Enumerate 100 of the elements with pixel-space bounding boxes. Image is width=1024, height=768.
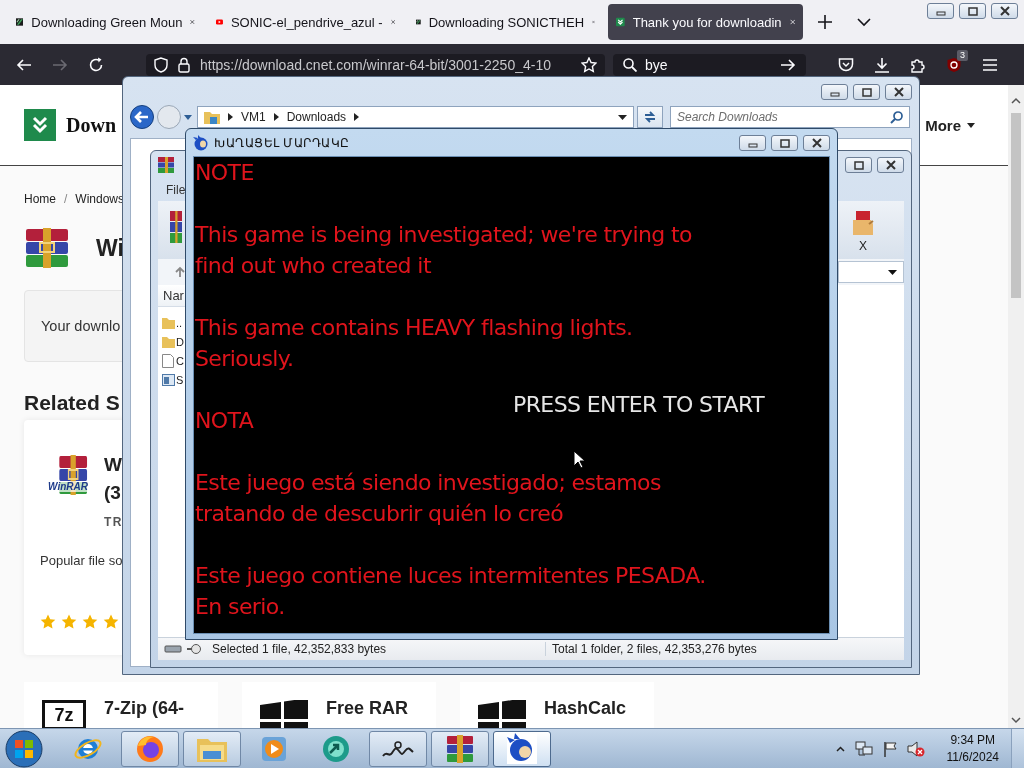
- game-icon: [506, 732, 538, 765]
- caret-down-icon[interactable]: [618, 114, 627, 120]
- volume-muted-icon[interactable]: [906, 740, 925, 757]
- maximize-button[interactable]: [845, 157, 872, 173]
- breadcrumb-item[interactable]: Downloads: [286, 110, 347, 124]
- maximize-button[interactable]: [853, 84, 880, 100]
- archive-books-icon: [24, 228, 70, 268]
- browser-tab[interactable]: Downloading SONICTHEH: [408, 4, 603, 40]
- menu-item[interactable]: File: [166, 183, 186, 197]
- chevron-down-icon[interactable]: [1011, 716, 1021, 724]
- network-icon[interactable]: [854, 740, 873, 757]
- shield-icon[interactable]: [946, 56, 962, 73]
- file-row[interactable]: ..: [158, 313, 185, 332]
- close-button[interactable]: [885, 84, 912, 100]
- game-icon: [193, 134, 209, 151]
- flag-icon[interactable]: [882, 740, 897, 757]
- search-input[interactable]: Search Downloads: [677, 110, 857, 124]
- file-row[interactable]: D: [158, 332, 185, 351]
- taskbar-button[interactable]: [493, 730, 551, 767]
- maximize-icon: [966, 6, 979, 16]
- breadcrumb-link[interactable]: Windows: [75, 192, 125, 206]
- start-button[interactable]: [4, 729, 44, 768]
- start-prompt: PRESS ENTER TO START: [513, 391, 764, 419]
- back-icon[interactable]: [16, 56, 32, 73]
- toolbar-button[interactable]: X: [852, 211, 874, 253]
- close-icon[interactable]: [190, 17, 195, 27]
- plus-icon[interactable]: [818, 15, 832, 29]
- chevron-up-icon[interactable]: [1011, 97, 1021, 105]
- close-button[interactable]: [877, 157, 904, 173]
- app-title[interactable]: 7-Zip (64-: [104, 698, 184, 719]
- window-icon: [162, 373, 175, 386]
- windows-logo-icon: [260, 700, 308, 728]
- more-menu[interactable]: More: [925, 116, 975, 134]
- refresh-icon: [643, 111, 657, 123]
- search-bar[interactable]: bye: [613, 53, 806, 76]
- star-icon: [61, 614, 77, 629]
- search-input[interactable]: bye: [645, 56, 772, 73]
- shield-icon[interactable]: [154, 56, 168, 73]
- play-icon: [260, 734, 288, 763]
- notice-paragraph: NOTA: [195, 407, 255, 435]
- page-title: Wi: [96, 234, 124, 262]
- lock-icon: [178, 56, 190, 73]
- search-bar[interactable]: Search Downloads: [670, 106, 910, 128]
- taskbar-button[interactable]: [369, 730, 427, 767]
- browser-tab[interactable]: Thank you for downloadin: [608, 4, 803, 40]
- app-title[interactable]: HashCalc: [544, 698, 627, 719]
- extensions-icon[interactable]: [910, 56, 926, 73]
- play-icon: [216, 16, 223, 28]
- scrollbar[interactable]: [1008, 85, 1024, 728]
- star-icon: [40, 614, 56, 629]
- download-icon[interactable]: [874, 56, 890, 73]
- chevron-right-icon: [228, 113, 233, 121]
- app-title[interactable]: Free RAR: [326, 698, 409, 719]
- url-input[interactable]: https://download.cnet.com/winrar-64-bit/3001-2250_4-10: [200, 56, 571, 73]
- minimize-button[interactable]: [821, 84, 848, 100]
- menu-icon[interactable]: [982, 57, 998, 72]
- star-icon[interactable]: [581, 56, 597, 73]
- breadcrumb-item[interactable]: VM1: [241, 110, 266, 124]
- reload-icon[interactable]: [88, 56, 104, 73]
- section-heading: Related S: [24, 390, 120, 416]
- pocket-icon[interactable]: [838, 56, 854, 73]
- address-bar[interactable]: VM1 Downloads: [197, 106, 634, 128]
- search-icon: [890, 110, 903, 124]
- archive-books-icon[interactable]: [170, 211, 182, 243]
- maximize-button[interactable]: [771, 134, 798, 151]
- maximize-icon: [860, 87, 873, 97]
- close-icon[interactable]: [789, 17, 795, 27]
- close-icon: [998, 6, 1011, 16]
- status-text: Total 1 folder, 2 files, 42,353,276 bytes: [545, 642, 904, 656]
- file-row[interactable]: S: [158, 370, 185, 389]
- notice-paragraph: NOTE: [195, 159, 255, 187]
- browser-tab[interactable]: SONIC-el_pendrive_azul -: [208, 4, 403, 40]
- arrow-right-icon[interactable]: [780, 57, 796, 72]
- minimize-button[interactable]: [927, 3, 954, 19]
- minimize-button[interactable]: [739, 134, 766, 151]
- chevron-right-icon: [354, 113, 360, 121]
- back-icon[interactable]: [130, 105, 154, 129]
- app-title[interactable]: W (3: [104, 451, 122, 507]
- maximize-button[interactable]: [959, 3, 986, 19]
- browser-tab[interactable]: Downloading Green Moun: [8, 4, 203, 40]
- notice-paragraph: Este juego está siendo investigado; estamos tratando de descubrir quién lo creó: [195, 469, 662, 528]
- chevron-up-icon[interactable]: [835, 745, 845, 752]
- breadcrumb-link[interactable]: Home: [24, 192, 56, 206]
- notice-paragraph: Este juego contiene luces intermitentes PESADA. En serio.: [195, 562, 707, 621]
- close-icon: [892, 87, 905, 97]
- chevron-down-icon[interactable]: [857, 17, 871, 27]
- url-field[interactable]: https://download.cnet.com/winrar-64-bit/3001-2250_4-10: [146, 53, 605, 76]
- caret-down-icon: [967, 122, 975, 128]
- document-icon: [162, 353, 174, 368]
- up-arrow-icon[interactable]: [174, 266, 186, 278]
- taskbar-button[interactable]: [431, 730, 489, 767]
- close-icon[interactable]: [390, 17, 395, 27]
- refresh-button[interactable]: [637, 106, 663, 128]
- clock[interactable]: 9:34 PM 11/6/2024: [946, 731, 999, 766]
- scrollbar-thumb[interactable]: [1011, 113, 1021, 298]
- close-button[interactable]: [803, 134, 830, 151]
- star-icon: [103, 614, 119, 629]
- search-icon: [623, 57, 637, 72]
- maximize-icon: [778, 137, 791, 148]
- close-button[interactable]: [991, 3, 1018, 19]
